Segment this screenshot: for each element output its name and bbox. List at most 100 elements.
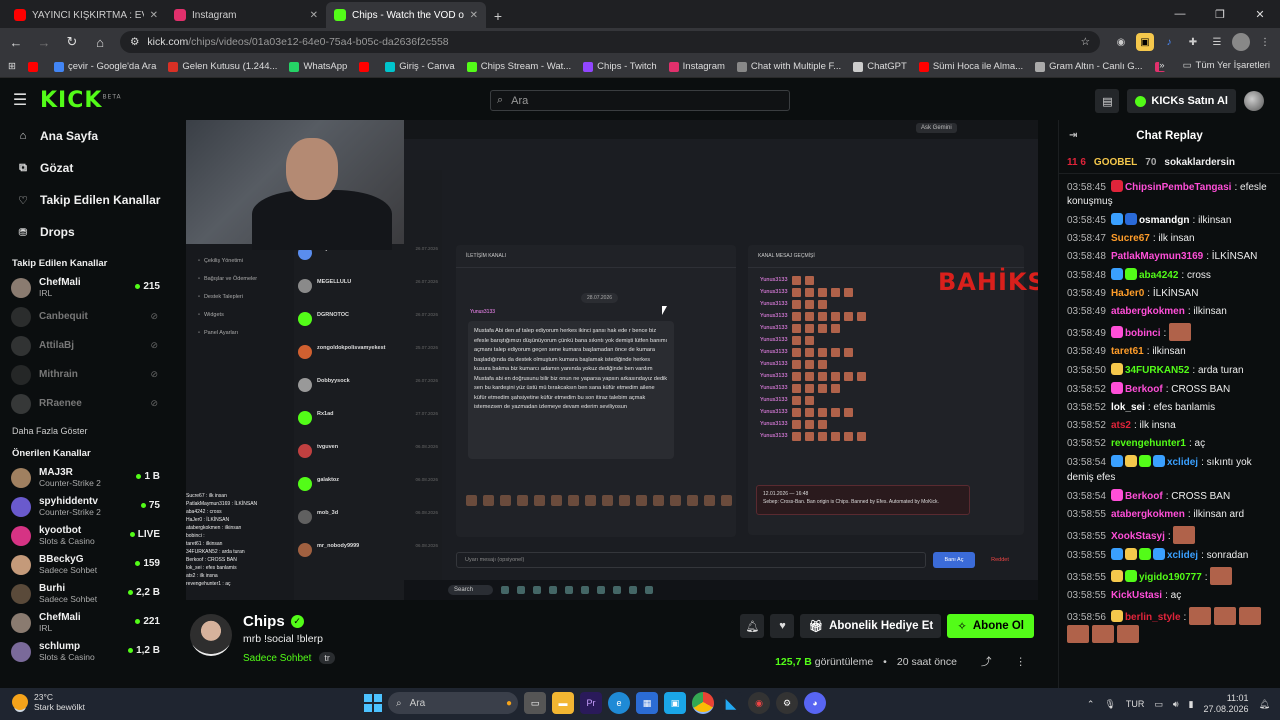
streamer-name[interactable]: Chips [243,613,285,630]
new-tab-button[interactable]: + [486,4,510,28]
share-icon[interactable]: ⤴ [981,654,992,669]
edge-icon[interactable]: e [608,692,630,714]
bookmarks-overflow-icon[interactable]: » [1159,60,1164,71]
chat-username[interactable]: xclidej [1167,457,1198,468]
sidebar-channel[interactable]: Mithrain ⊘ [0,360,172,389]
sidebar-channel[interactable]: BBeckyG Sadece Sohbet 159 [0,550,172,579]
sidebar-channel[interactable]: Burhi Sadece Sohbet 2,2 B [0,579,172,608]
chat-username[interactable]: Sucre67 [1111,233,1150,244]
show-more-link[interactable]: Daha Fazla Göster [0,418,172,442]
language-tag[interactable]: tr [319,652,335,664]
weather-widget[interactable]: 23°C Stark bewölkt [12,692,85,712]
maximize-button[interactable]: ❐ [1200,0,1240,28]
sidebar-channel[interactable]: AttilaBj ⊘ [0,331,172,360]
sidebar-channel[interactable]: ChefMali IRL 221 [0,608,172,637]
app-steam-icon[interactable]: ⚙ [776,692,798,714]
chat-username[interactable]: atabergkokmen [1111,509,1185,520]
chat-username[interactable]: ats2 [1111,420,1131,431]
taskbar-search[interactable]: ⌕ Ara ● [388,692,518,714]
bookmark-item[interactable]: ChatGPT [853,61,907,72]
bookmark-item[interactable] [359,61,373,72]
browser-tab[interactable]: YAYINCI KIŞKIRTMA : EVE DÖN ✕ [6,2,166,28]
tab-close-icon[interactable]: ✕ [150,10,158,21]
tab-close-icon[interactable]: ✕ [470,10,478,21]
theatre-mode-button[interactable]: ▤ [1095,89,1120,113]
input-language[interactable]: TUR [1126,699,1145,709]
sidebar-channel[interactable]: MAJ3R Counter-Strike 2 1 B [0,463,172,492]
more-options-icon[interactable]: ⋮ [1016,656,1027,668]
chat-username[interactable]: taret61 [1111,346,1144,357]
screenshot-icon[interactable]: ◉ [1112,33,1130,51]
notification-bell-button[interactable]: 🔔︎ [740,614,765,638]
forward-button[interactable]: → [32,30,56,54]
task-view-icon[interactable]: ▭ [524,692,546,714]
chat-username[interactable]: XookStasyj [1111,531,1165,542]
sidebar-channel[interactable]: kyootbot Slots & Casino LIVE [0,521,172,550]
extensions-puzzle-icon[interactable]: ✚ [1184,33,1202,51]
sidebar-nav-2[interactable]: ♡ Takip Edilen Kanallar [0,184,172,216]
premiere-icon[interactable]: Pr [580,692,602,714]
extension-yellow-icon[interactable]: ▣ [1136,33,1154,51]
store-icon[interactable]: ▦ [636,692,658,714]
chat-username[interactable]: 34FURKAN52 [1125,365,1189,376]
gift-subscription-button[interactable]: 🎁︎ Abonelik Hediye Et [800,614,942,638]
tray-overflow-icon[interactable]: ⌃ [1087,699,1095,710]
all-bookmarks-link[interactable]: Tüm Yer İşaretleri [1196,60,1270,71]
browser-tab[interactable]: Chips - Watch the VOD on ✕ [326,2,486,28]
tab-close-icon[interactable]: ✕ [310,10,318,21]
sidebar-channel[interactable]: schlump Slots & Casino 1,2 B [0,637,172,666]
chat-username[interactable]: yigido190777 [1139,572,1202,583]
clock[interactable]: 11:01 27.08.2026 [1204,693,1249,715]
bookmark-item[interactable]: Chips Stream - Wat... [466,61,571,72]
chat-username[interactable]: ChipsinPembeTangasi [1125,182,1232,193]
search-input[interactable]: ⌕ Ara [490,90,790,111]
buy-kicks-button[interactable]: KICKs Satın Al [1127,89,1236,113]
bookmark-item[interactable]: Gram Altın - Canlı G... [1035,61,1143,72]
sidebar-channel[interactable]: ChefMali IRL 215 [0,273,172,302]
chat-username[interactable]: revengehunter1 [1111,438,1186,449]
chat-username[interactable]: berlin_style [1125,612,1181,623]
notification-icon[interactable]: 🔔︎ [1259,699,1270,710]
chat-username[interactable]: lok_sei [1111,402,1145,413]
user-avatar[interactable] [1244,91,1264,111]
sidebar-nav-3[interactable]: ⛃ Drops [0,216,172,248]
media-control-icon[interactable]: ☰ [1208,33,1226,51]
close-window-button[interactable]: ✕ [1240,0,1280,28]
bookmark-item[interactable]: Chat with Multiple F... [736,61,841,72]
bookmark-item[interactable]: Giriş - Canva [385,61,455,72]
chat-username[interactable]: xclidej [1167,550,1198,561]
windows-start-icon[interactable] [364,694,382,712]
chat-username[interactable]: Berkoof [1125,384,1163,395]
mic-icon[interactable]: 🎙︎ [1104,699,1115,710]
network-icon[interactable]: ▭ [1154,699,1163,710]
menu-dots-icon[interactable]: ⋮ [1256,33,1274,51]
chat-username[interactable]: KickUstasi [1111,590,1162,601]
sidebar-nav-1[interactable]: ⧉ Gözat [0,152,172,184]
back-button[interactable]: ← [4,30,28,54]
chat-username[interactable]: osmandgn [1139,215,1190,226]
chat-username[interactable]: HaJer0 [1111,288,1144,299]
volume-icon[interactable]: 🔊︎ [1173,699,1179,710]
kick-logo[interactable]: KICKBETA [40,88,122,113]
follow-heart-button[interactable]: ♥ [770,614,795,638]
sidebar-nav-0[interactable]: ⌂ Ana Sayfa [0,120,172,152]
minimize-button[interactable]: — [1160,0,1200,28]
url-bar[interactable]: ⚙ kick.com/chips/videos/01a03e12-64e0-75… [120,31,1100,53]
video-player[interactable]: Ask Gemini ▫ Çekiliş Yönetimi ▫ Bağışlar ve… [186,120,1038,600]
home-button[interactable]: ⌂ [88,30,112,54]
chat-username[interactable]: Berkoof [1125,491,1163,502]
photos-icon[interactable]: ▣ [664,692,686,714]
extension-audio-icon[interactable]: ♪ [1160,33,1178,51]
stream-category[interactable]: Sadece Sohbet [243,653,311,664]
app-red-icon[interactable]: ◉ [748,692,770,714]
chrome-icon[interactable] [692,692,714,714]
chat-username[interactable]: PatlakMaymun3169 [1111,251,1203,262]
bookmark-item[interactable]: çevir - Google'da Ara [53,61,156,72]
bookmark-item[interactable]: Chips - Twitch [583,61,657,72]
bookmark-star-icon[interactable]: ☆ [1081,36,1090,48]
site-info-icon[interactable]: ⚙ [130,36,139,48]
sidebar-channel[interactable]: Canbequit ⊘ [0,302,172,331]
discord-icon[interactable]: ◕ [804,692,826,714]
reload-button[interactable]: ↻ [60,30,84,54]
vscode-icon[interactable]: ◣ [720,692,742,714]
